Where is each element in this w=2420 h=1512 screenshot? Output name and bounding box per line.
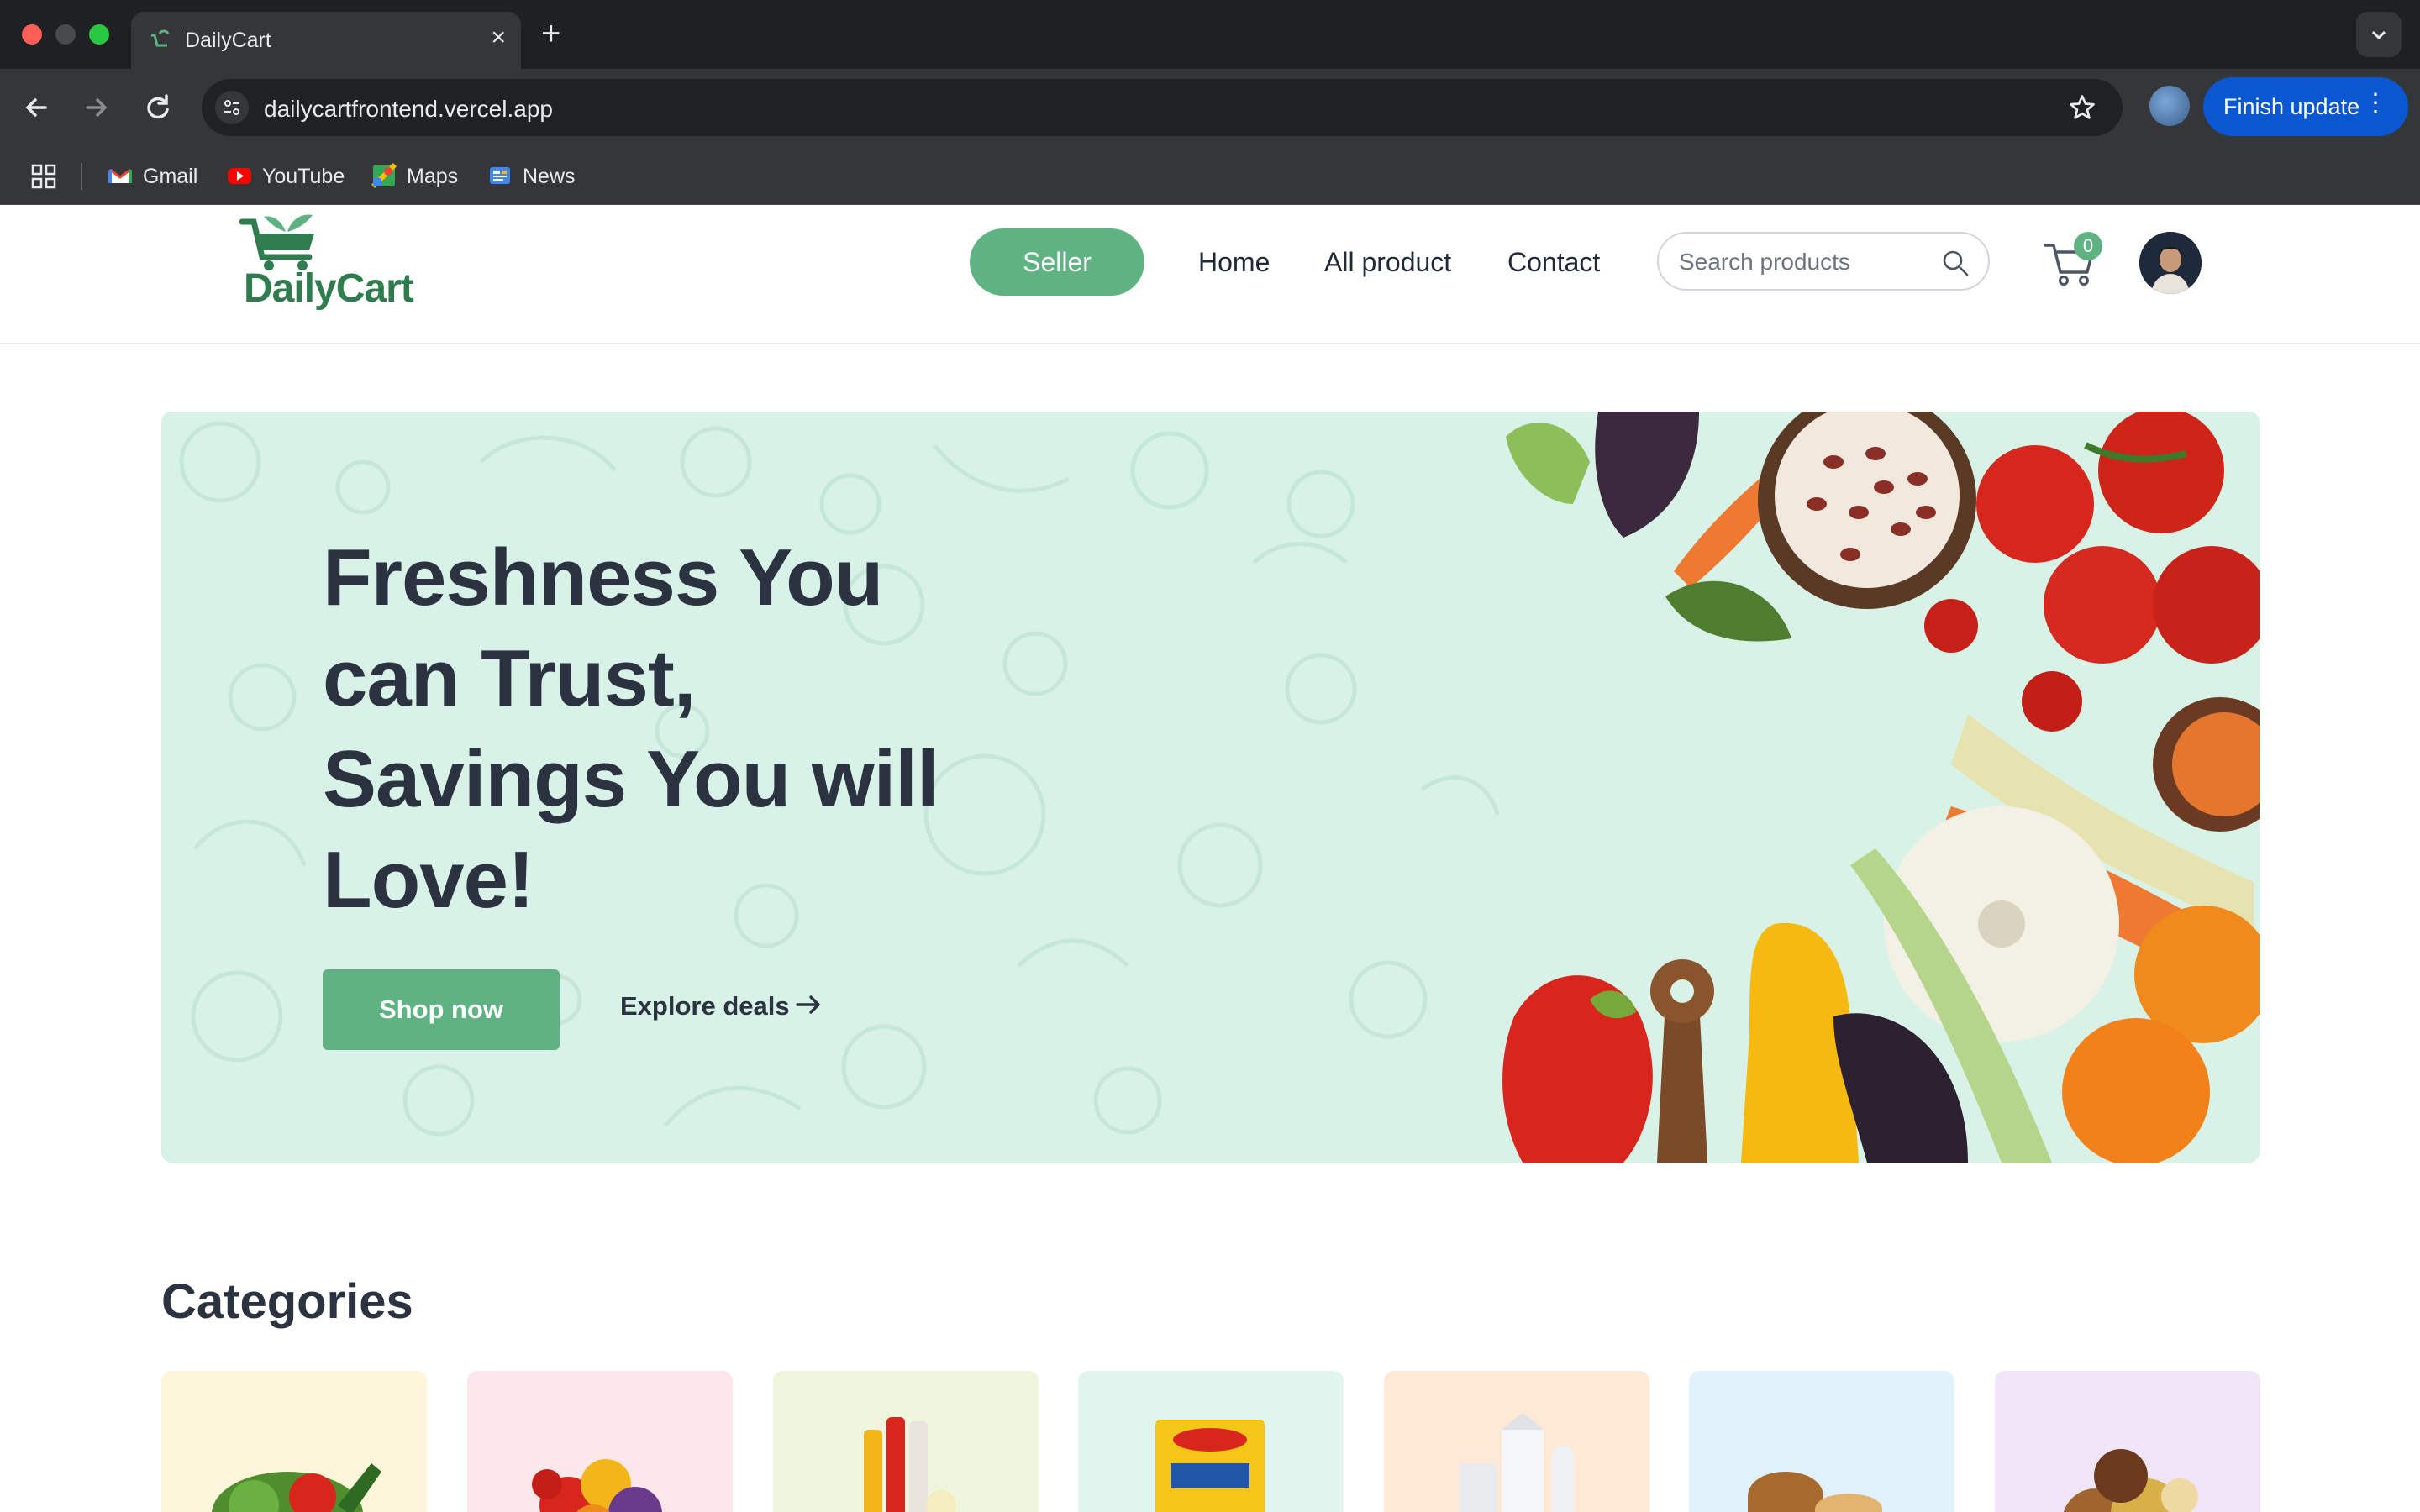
dairy-category-icon bbox=[1460, 1413, 1574, 1512]
search-box bbox=[1657, 232, 1990, 291]
back-button[interactable] bbox=[17, 87, 57, 128]
arrow-left-icon bbox=[25, 98, 47, 117]
site-header: DailyCart Seller Home All product Contac… bbox=[0, 205, 2420, 344]
hero-banner: Freshness You can Trust, Savings You wil… bbox=[161, 412, 2260, 1163]
more-menu-icon: ⋮ bbox=[2363, 89, 2388, 117]
finish-update-button[interactable]: Finish update ⋮ bbox=[2203, 77, 2408, 136]
bread-category-icon bbox=[1748, 1472, 1882, 1512]
category-card-bakery[interactable] bbox=[1689, 1371, 1954, 1512]
profile-avatar[interactable] bbox=[2149, 86, 2190, 126]
minimize-window-button[interactable] bbox=[55, 24, 76, 45]
gmail-icon bbox=[108, 168, 132, 183]
tab-search-button[interactable] bbox=[2356, 12, 2402, 57]
new-tab-icon[interactable]: + bbox=[541, 15, 560, 52]
user-profile-icon bbox=[2139, 232, 2202, 294]
vegetables-image bbox=[1502, 412, 2260, 1163]
apps-grid-icon[interactable] bbox=[30, 163, 57, 190]
browser-tab[interactable]: DailyCart × bbox=[131, 12, 521, 69]
tab-title: DailyCart bbox=[185, 29, 271, 52]
vegetables-category-icon bbox=[212, 1463, 381, 1512]
drinks-category-icon bbox=[864, 1417, 956, 1512]
seller-button[interactable]: Seller bbox=[970, 228, 1144, 296]
finish-update-label: Finish update bbox=[2223, 94, 2360, 119]
browser-tab-bar: DailyCart × + bbox=[0, 0, 2420, 69]
address-bar[interactable]: dailycartfrontend.vercel.app bbox=[202, 79, 2123, 136]
category-card-vegetables[interactable] bbox=[161, 1371, 427, 1512]
reload-button[interactable] bbox=[138, 87, 178, 128]
reload-icon bbox=[147, 94, 169, 119]
arrow-right-icon[interactable] bbox=[793, 990, 823, 1020]
instant-noodles-category-icon bbox=[1155, 1420, 1265, 1512]
grains-category-icon bbox=[2063, 1449, 2198, 1512]
nav-link-home[interactable]: Home bbox=[1198, 247, 1270, 278]
user-avatar[interactable] bbox=[2139, 232, 2202, 294]
nav-link-contact[interactable]: Contact bbox=[1507, 247, 1600, 278]
maximize-window-button[interactable] bbox=[89, 24, 109, 45]
bookmark-separator bbox=[81, 163, 82, 190]
category-card-drinks[interactable] bbox=[773, 1371, 1039, 1512]
tab-close-icon[interactable]: × bbox=[491, 25, 506, 50]
explore-deals-link[interactable]: Explore deals bbox=[620, 991, 790, 1021]
fruits-category-icon bbox=[532, 1459, 662, 1512]
close-window-button[interactable] bbox=[22, 24, 42, 45]
bookmark-label: Maps bbox=[407, 165, 459, 188]
nav-link-all-product[interactable]: All product bbox=[1324, 247, 1451, 278]
maps-icon bbox=[371, 163, 397, 188]
bookmark-news[interactable]: News bbox=[487, 158, 588, 192]
bookmarks-bar: Gmail YouTube Maps News bbox=[0, 146, 2420, 205]
arrow-right-icon bbox=[86, 98, 108, 117]
chevron-down-icon bbox=[2371, 30, 2386, 40]
category-card-fruits[interactable] bbox=[467, 1371, 733, 1512]
bookmark-gmail[interactable]: Gmail bbox=[108, 158, 208, 192]
category-card-grains[interactable] bbox=[1995, 1371, 2260, 1512]
dailycart-favicon-icon bbox=[151, 29, 170, 47]
youtube-icon bbox=[228, 168, 251, 184]
search-input[interactable] bbox=[1679, 245, 1931, 279]
news-icon bbox=[490, 167, 510, 184]
search-icon[interactable] bbox=[1941, 249, 1970, 277]
dailycart-logo[interactable]: DailyCart bbox=[239, 210, 414, 328]
bookmark-label: News bbox=[523, 165, 576, 188]
site-info-icon[interactable] bbox=[215, 91, 249, 124]
cart-count-badge: 0 bbox=[2074, 232, 2102, 260]
hero-title: Freshness You can Trust, Savings You wil… bbox=[323, 533, 939, 925]
shop-now-button[interactable]: Shop now bbox=[323, 969, 560, 1050]
forward-button[interactable] bbox=[76, 87, 116, 128]
bookmark-label: YouTube bbox=[262, 165, 345, 188]
bookmark-maps[interactable]: Maps bbox=[371, 158, 472, 192]
category-card-dairy[interactable] bbox=[1384, 1371, 1649, 1512]
category-card-instant-food[interactable] bbox=[1078, 1371, 1344, 1512]
url-text: dailycartfrontend.vercel.app bbox=[264, 96, 553, 122]
bookmark-youtube[interactable]: YouTube bbox=[227, 158, 353, 192]
bookmark-label: Gmail bbox=[143, 165, 198, 188]
bookmark-star-icon[interactable] bbox=[2067, 92, 2097, 123]
browser-toolbar: dailycartfrontend.vercel.app Finish upda… bbox=[0, 69, 2420, 146]
categories-heading: Categories bbox=[161, 1274, 413, 1329]
logo-text: DailyCart bbox=[244, 266, 414, 311]
